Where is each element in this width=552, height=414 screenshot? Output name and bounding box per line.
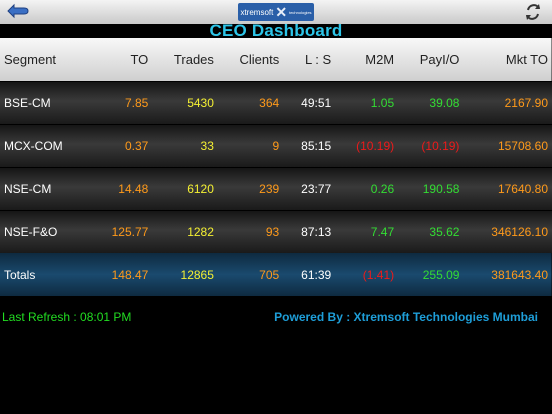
cell-m2m: 1.05 [370, 95, 395, 110]
table-row[interactable]: NSE-CM 14.48 6120 239 23:77 0.26 190.58 … [0, 167, 552, 210]
cell-payio: 190.58 [422, 181, 460, 196]
dashboard-table: Segment TO Trades Clients L : S M2M PayI… [0, 38, 552, 296]
table-row[interactable]: BSE-CM 7.85 5430 364 49:51 1.05 39.08 21… [0, 81, 552, 124]
cell-clients: 705 [259, 267, 280, 282]
cell-segment: NSE-F&O [4, 224, 58, 239]
powered-by-text: Powered By : Xtremsoft Technologies Mumb… [274, 310, 538, 324]
refresh-icon[interactable] [518, 2, 548, 22]
col-header-ls: L : S [304, 51, 332, 67]
logo-text: xtremsoft [240, 7, 274, 17]
app-logo: xtremsoft ✕ technologies [238, 3, 314, 21]
cell-trades: 6120 [187, 181, 214, 196]
cell-trades: 33 [200, 138, 214, 153]
col-header-clients: Clients [239, 51, 280, 67]
cell-ls: 61:39 [301, 267, 332, 282]
cell-to: 14.48 [118, 181, 149, 196]
cell-to: 148.47 [111, 267, 149, 282]
back-arrow-icon[interactable] [4, 2, 34, 22]
cell-ls: 23:77 [301, 181, 332, 196]
cell-segment: MCX-COM [4, 138, 63, 153]
cell-clients: 93 [265, 224, 280, 239]
cell-m2m: 0.26 [370, 181, 395, 196]
table-header-row: Segment TO Trades Clients L : S M2M PayI… [0, 38, 552, 81]
cell-m2m: 7.47 [370, 224, 395, 239]
table-row[interactable]: MCX-COM 0.37 33 9 85:15 (10.19) (10.19) … [0, 124, 552, 167]
last-refresh-text: Last Refresh : 08:01 PM [2, 310, 132, 324]
cell-trades: 12865 [180, 267, 214, 282]
cell-payio: 39.08 [429, 95, 460, 110]
col-header-trades: Trades [173, 51, 214, 67]
col-header-mktto: Mkt TO [505, 51, 548, 67]
cell-m2m: (10.19) [356, 138, 395, 153]
cell-segment: NSE-CM [4, 181, 52, 196]
logo-subtext: technologies [289, 9, 312, 15]
table-row[interactable]: NSE-F&O 125.77 1282 93 87:13 7.47 35.62 … [0, 210, 552, 253]
cell-clients: 364 [259, 95, 280, 110]
col-header-m2m: M2M [365, 51, 395, 67]
cell-mktto: 15708.60 [497, 138, 548, 153]
cell-trades: 1282 [187, 224, 214, 239]
logo-x-icon: ✕ [275, 4, 288, 20]
cell-trades: 5430 [187, 95, 214, 110]
cell-ls: 87:13 [301, 224, 332, 239]
cell-segment: BSE-CM [4, 95, 51, 110]
cell-mktto: 381643.40 [491, 267, 548, 282]
cell-payio: 255.09 [422, 267, 460, 282]
col-header-segment: Segment [4, 51, 57, 67]
totals-row: Totals 148.47 12865 705 61:39 (1.41) 255… [0, 253, 552, 296]
cell-to: 7.85 [124, 95, 149, 110]
cell-segment: Totals [4, 267, 36, 282]
cell-clients: 239 [259, 181, 280, 196]
cell-mktto: 2167.90 [504, 95, 548, 110]
cell-payio: (10.19) [421, 138, 460, 153]
cell-to: 125.77 [111, 224, 149, 239]
cell-ls: 85:15 [301, 138, 332, 153]
col-header-to: TO [130, 51, 149, 67]
cell-mktto: 17640.80 [497, 181, 548, 196]
cell-m2m: (1.41) [362, 267, 395, 282]
cell-clients: 9 [272, 138, 280, 153]
col-header-payio: PayI/O [419, 51, 460, 67]
cell-payio: 35.62 [429, 224, 460, 239]
cell-ls: 49:51 [301, 95, 332, 110]
cell-mktto: 346126.10 [491, 224, 548, 239]
cell-to: 0.37 [124, 138, 149, 153]
